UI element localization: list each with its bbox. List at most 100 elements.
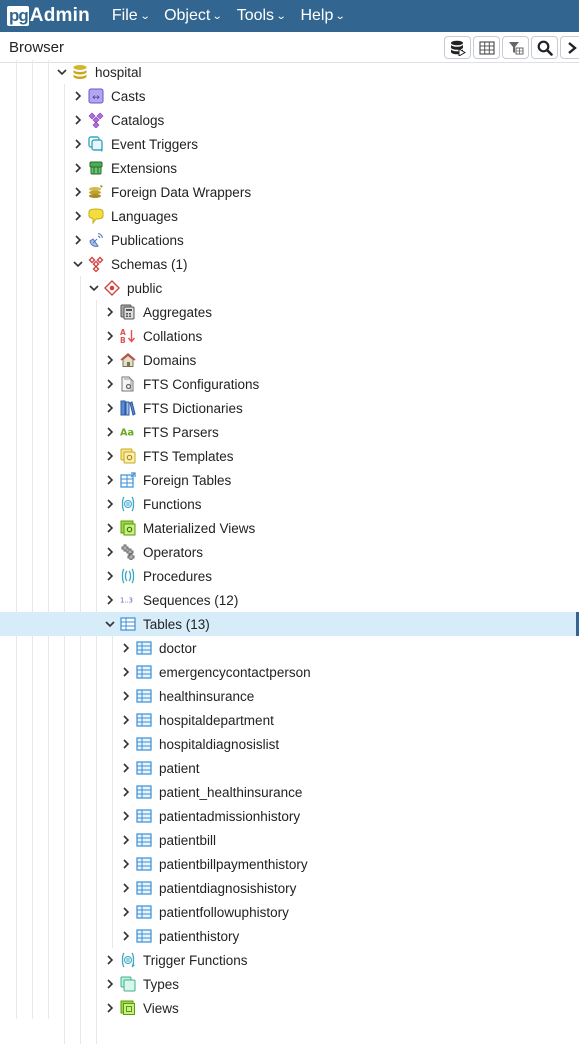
tree-item-aggregates[interactable]: Aggregates [0, 300, 579, 324]
svg-text:B: B [120, 336, 126, 344]
chevron-right-icon[interactable] [120, 756, 132, 780]
chevron-down-icon[interactable] [56, 60, 68, 84]
tree-item-label: patientbillpaymenthistory [159, 857, 308, 872]
tree-item-publications[interactable]: Publications [0, 228, 579, 252]
tree-item-catalogs[interactable]: Catalogs [0, 108, 579, 132]
chevron-right-icon[interactable] [72, 132, 84, 156]
search-objects-button[interactable] [531, 36, 558, 59]
chevron-right-icon[interactable] [120, 732, 132, 756]
chevron-right-icon[interactable] [104, 516, 116, 540]
chevron-right-icon[interactable] [120, 708, 132, 732]
chevron-right-icon[interactable] [104, 948, 116, 972]
tree-table-item[interactable]: patient_healthinsurance [0, 780, 579, 804]
tree-item-trigger-functions[interactable]: Trigger Functions [0, 948, 579, 972]
browser-tree: hospital↔CastsCatalogsEvent TriggersExte… [0, 60, 579, 1019]
tree-item-domains[interactable]: Domains [0, 348, 579, 372]
chevron-right-icon[interactable] [104, 444, 116, 468]
chevron-right-icon[interactable] [72, 108, 84, 132]
chevron-right-icon[interactable] [104, 372, 116, 396]
tree-item-fts-dictionaries[interactable]: FTS Dictionaries [0, 396, 579, 420]
tree-item-schemas[interactable]: Schemas (1) [0, 252, 579, 276]
tree-item-label: Foreign Tables [143, 473, 231, 488]
menu-tools[interactable]: Tools⌄ [237, 7, 286, 25]
tree-item-foreign-tables[interactable]: Foreign Tables [0, 468, 579, 492]
chevron-right-icon[interactable] [104, 972, 116, 996]
query-tool-button[interactable] [444, 36, 471, 59]
tree-item-operators[interactable]: Operators [0, 540, 579, 564]
chevron-right-icon[interactable] [120, 660, 132, 684]
tree-table-item[interactable]: hospitaldiagnosislist [0, 732, 579, 756]
chevron-right-icon[interactable] [120, 900, 132, 924]
tree-item-collations[interactable]: ABCollations [0, 324, 579, 348]
pgadmin-logo: pg Admin [7, 5, 90, 27]
tree-table-item[interactable]: patientbill [0, 828, 579, 852]
chevron-right-icon[interactable] [104, 996, 116, 1020]
tree-item-types[interactable]: Types [0, 972, 579, 996]
tree-table-item[interactable]: patientdiagnosishistory [0, 876, 579, 900]
tree-item-database[interactable]: hospital [0, 60, 579, 84]
tree-table-item[interactable]: hospitaldepartment [0, 708, 579, 732]
psql-tool-button[interactable] [560, 36, 579, 59]
tree-item-languages[interactable]: Languages [0, 204, 579, 228]
tree-table-item[interactable]: healthinsurance [0, 684, 579, 708]
search-objects-icon [537, 40, 553, 56]
chevron-right-icon[interactable] [104, 420, 116, 444]
tree-item-fts-parsers[interactable]: AaFTS Parsers [0, 420, 579, 444]
table-icon [136, 928, 152, 944]
chevron-right-icon[interactable] [72, 180, 84, 204]
chevron-right-icon[interactable] [120, 636, 132, 660]
tree-table-item[interactable]: patientadmissionhistory [0, 804, 579, 828]
tree-item-materialized-views[interactable]: Materialized Views [0, 516, 579, 540]
menu-object[interactable]: Object⌄ [164, 7, 222, 25]
chevron-right-icon[interactable] [104, 396, 116, 420]
chevron-right-icon[interactable] [120, 924, 132, 948]
chevron-right-icon[interactable] [104, 300, 116, 324]
chevron-right-icon[interactable] [104, 564, 116, 588]
chevron-right-icon[interactable] [72, 228, 84, 252]
chevron-right-icon[interactable] [72, 204, 84, 228]
tree-item-fts-templates[interactable]: FTS Templates [0, 444, 579, 468]
tree-table-item[interactable]: patientbillpaymenthistory [0, 852, 579, 876]
tree-item-casts[interactable]: ↔Casts [0, 84, 579, 108]
menu-file[interactable]: File⌄ [112, 7, 149, 25]
tree-table-item[interactable]: patient [0, 756, 579, 780]
chevron-right-icon[interactable] [104, 468, 116, 492]
database-icon [72, 64, 88, 80]
tree-item-fts-configurations[interactable]: FTS Configurations [0, 372, 579, 396]
tree-table-item[interactable]: patientfollowuphistory [0, 900, 579, 924]
chevron-right-icon[interactable] [72, 84, 84, 108]
chevron-right-icon[interactable] [120, 876, 132, 900]
main-menu: File⌄ Object⌄ Tools⌄ Help⌄ [112, 7, 360, 25]
view-data-button[interactable] [473, 36, 500, 59]
chevron-down-icon[interactable] [104, 612, 116, 636]
chevron-right-icon[interactable] [104, 588, 116, 612]
tree-item-schema[interactable]: public [0, 276, 579, 300]
chevron-down-icon[interactable] [88, 276, 100, 300]
tree-table-item[interactable]: patienthistory [0, 924, 579, 948]
tree-item-label: FTS Parsers [143, 425, 219, 440]
chevron-right-icon[interactable] [104, 492, 116, 516]
menu-help[interactable]: Help⌄ [300, 7, 344, 25]
tree-item-foreign-data-wrappers[interactable]: Foreign Data Wrappers [0, 180, 579, 204]
chevron-right-icon[interactable] [120, 684, 132, 708]
chevron-right-icon[interactable] [104, 324, 116, 348]
tree-item-extensions[interactable]: Extensions [0, 156, 579, 180]
tree-item-views[interactable]: Views [0, 996, 579, 1020]
chevron-right-icon[interactable] [120, 780, 132, 804]
tree-item-functions[interactable]: Functions [0, 492, 579, 516]
chevron-right-icon[interactable] [104, 540, 116, 564]
tree-item-tables[interactable]: Tables (13) [0, 612, 579, 636]
chevron-down-icon[interactable] [72, 252, 84, 276]
chevron-right-icon[interactable] [120, 828, 132, 852]
chevron-right-icon[interactable] [72, 156, 84, 180]
tree-table-item[interactable]: emergencycontactperson [0, 660, 579, 684]
chevron-right-icon[interactable] [120, 852, 132, 876]
tree-item-procedures[interactable]: Procedures [0, 564, 579, 588]
tree-item-sequences[interactable]: 1..3Sequences (12) [0, 588, 579, 612]
chevron-right-icon[interactable] [104, 348, 116, 372]
tree-item-label: Functions [143, 497, 202, 512]
chevron-right-icon[interactable] [120, 804, 132, 828]
filtered-rows-button[interactable] [502, 36, 529, 59]
tree-item-event-triggers[interactable]: Event Triggers [0, 132, 579, 156]
tree-table-item[interactable]: doctor [0, 636, 579, 660]
